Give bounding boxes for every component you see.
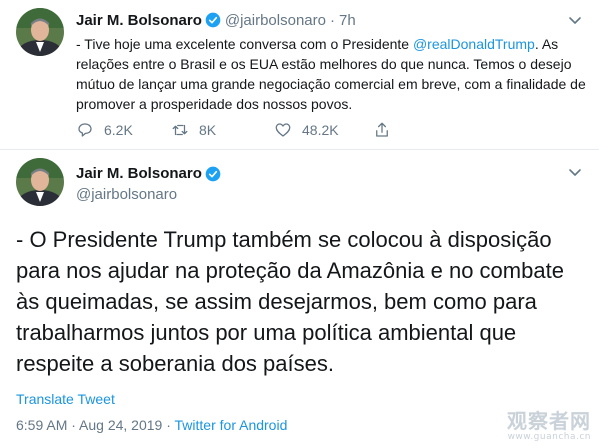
mention-link[interactable]: @realDonaldTrump xyxy=(413,36,535,52)
reply-button[interactable]: 6.2K xyxy=(76,120,133,140)
retweet-icon xyxy=(172,124,188,136)
tweet-text-part: - Tive hoje uma excelente conversa com o… xyxy=(76,36,413,52)
heart-icon xyxy=(275,123,291,137)
chevron-down-icon[interactable] xyxy=(567,164,583,180)
share-button[interactable] xyxy=(373,120,401,140)
like-count: 48.2K xyxy=(302,122,339,138)
author-handle[interactable]: @jairbolsonaro xyxy=(225,12,326,29)
like-button[interactable]: 48.2K xyxy=(274,120,339,140)
tweet-actions: 6.2K 8K 48.2K xyxy=(76,120,416,140)
tweet-time[interactable]: 7h xyxy=(339,12,356,29)
tweet-text: - Tive hoje uma excelente conversa com o… xyxy=(76,34,586,114)
author-handle[interactable]: @jairbolsonaro xyxy=(76,186,177,203)
reply-icon xyxy=(78,123,92,137)
author-name[interactable]: Jair M. Bolsonaro xyxy=(76,12,202,29)
chevron-down-icon[interactable] xyxy=(567,12,583,28)
tweet-header: Jair M. Bolsonaro @jairbolsonaro · 7h xyxy=(76,10,356,30)
verified-badge-icon xyxy=(205,166,221,181)
avatar[interactable] xyxy=(16,8,64,56)
watermark: 观察者网 www.guancha.cn xyxy=(507,405,591,442)
verified-badge-icon xyxy=(205,12,221,28)
retweet-count: 8K xyxy=(199,122,217,138)
watermark-logo: 观察者网 xyxy=(507,409,591,433)
client-link[interactable]: Twitter for Android xyxy=(175,417,288,433)
tweet-meta: 6:59 AM · Aug 24, 2019 · Twitter for And… xyxy=(16,417,287,433)
reply-count: 6.2K xyxy=(104,122,133,138)
tweet-previous: Jair M. Bolsonaro @jairbolsonaro · 7h - … xyxy=(0,0,599,150)
translate-tweet-link[interactable]: Translate Tweet xyxy=(16,391,115,407)
author-name-row: Jair M. Bolsonaro xyxy=(76,165,221,182)
tweet-timestamp[interactable]: 6:59 AM · Aug 24, 2019 · xyxy=(16,417,175,433)
watermark-url: www.guancha.cn xyxy=(507,432,591,442)
author-name[interactable]: Jair M. Bolsonaro xyxy=(76,165,202,182)
share-icon xyxy=(376,122,388,137)
avatar[interactable] xyxy=(16,158,64,206)
retweet-button[interactable]: 8K xyxy=(171,120,216,140)
separator-dot: · xyxy=(329,11,335,29)
tweet-text: - O Presidente Trump também se colocou à… xyxy=(16,227,564,376)
